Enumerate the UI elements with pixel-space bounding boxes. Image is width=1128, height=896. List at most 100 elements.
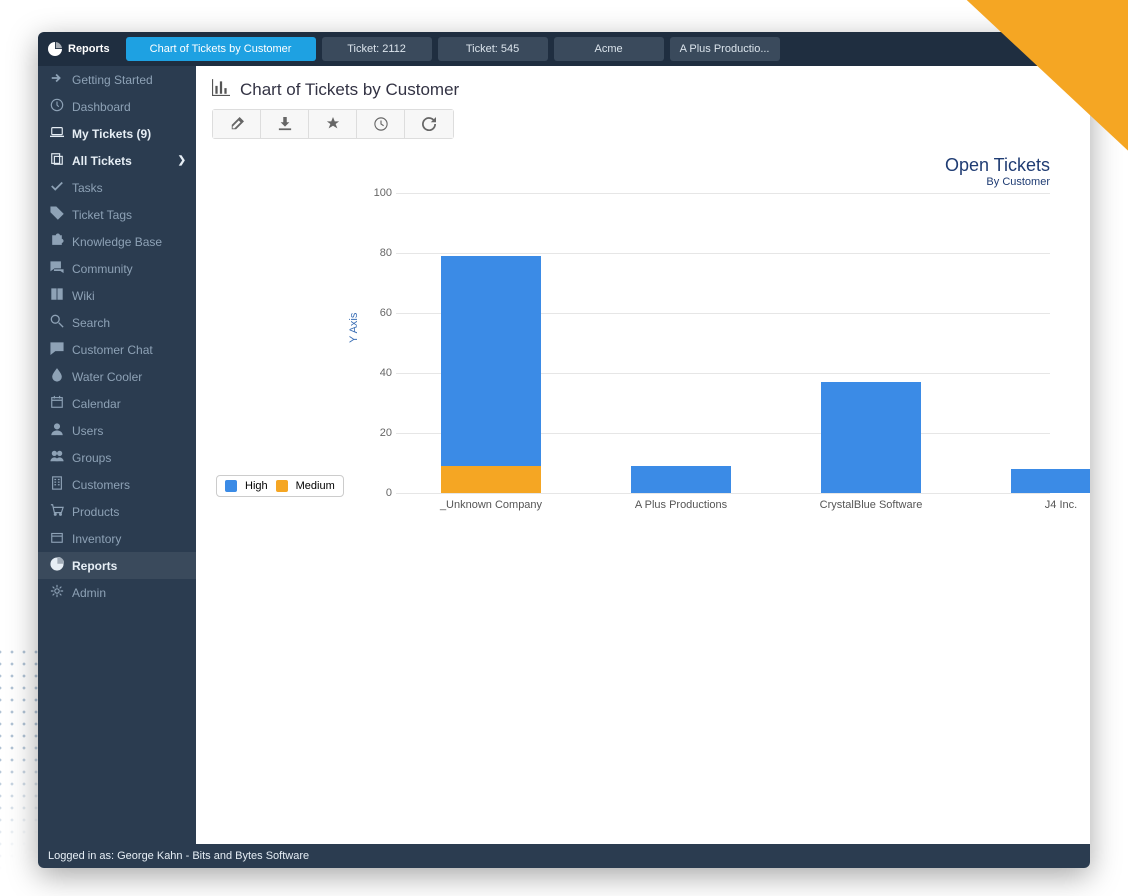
schedule-button[interactable]	[357, 110, 405, 138]
x-category-label: _Unknown Company	[401, 493, 581, 511]
sidebar-item-getting-started[interactable]: Getting Started	[38, 66, 196, 93]
chevron-right-icon: ❯	[178, 155, 186, 166]
bar-segment-high	[631, 466, 731, 493]
laptop-icon	[50, 125, 64, 142]
app-window: Reports Chart of Tickets by Customer Tic…	[38, 32, 1090, 868]
sidebar-item-knowledge-base[interactable]: Knowledge Base	[38, 228, 196, 255]
sidebar-item-label: Products	[72, 505, 186, 519]
sidebar-item-groups[interactable]: Groups	[38, 444, 196, 471]
sidebar-item-calendar[interactable]: Calendar	[38, 390, 196, 417]
sidebar-item-label: Inventory	[72, 532, 186, 546]
bar-segment-medium	[441, 466, 541, 493]
tab-ticket-2112[interactable]: Ticket: 2112	[322, 37, 432, 61]
sidebar-item-label: Getting Started	[72, 73, 186, 87]
tab-chart-customers[interactable]: Chart of Tickets by Customer	[126, 37, 316, 61]
sidebar-item-admin[interactable]: Admin	[38, 579, 196, 606]
sidebar-item-label: Reports	[72, 559, 186, 573]
cart-icon	[50, 503, 64, 520]
sidebar-item-products[interactable]: Products	[38, 498, 196, 525]
chart-area: Open Tickets By Customer Y Axis HighMedi…	[196, 145, 1090, 844]
sidebar-item-inventory[interactable]: Inventory	[38, 525, 196, 552]
report-toolbar	[212, 109, 454, 139]
book-icon	[50, 287, 64, 304]
sidebar-item-label: Customers	[72, 478, 186, 492]
page-title-text: Chart of Tickets by Customer	[240, 80, 459, 100]
tab-label: Ticket: 2112	[347, 43, 406, 55]
sidebar-item-customer-chat[interactable]: Customer Chat	[38, 336, 196, 363]
gridline	[396, 253, 1050, 254]
sidebar-item-search[interactable]: Search	[38, 309, 196, 336]
tab-label: Ticket: 545	[466, 43, 519, 55]
chart-title-sub: By Customer	[945, 176, 1050, 188]
sidebar-item-label: Admin	[72, 586, 186, 600]
x-category-label: J4 Inc.	[971, 493, 1090, 511]
sidebar-item-customers[interactable]: Customers	[38, 471, 196, 498]
sidebar-item-label: Tasks	[72, 181, 186, 195]
download-button[interactable]	[261, 110, 309, 138]
sidebar-item-water-cooler[interactable]: Water Cooler	[38, 363, 196, 390]
legend-swatch-medium	[276, 480, 288, 492]
sidebar-item-label: Knowledge Base	[72, 235, 186, 249]
page-title: Chart of Tickets by Customer	[212, 78, 1074, 101]
tab-label: Chart of Tickets by Customer	[150, 43, 292, 55]
legend-label: High	[245, 480, 268, 492]
tab-reports-main[interactable]: Reports	[44, 37, 120, 61]
arrow-right-icon	[50, 71, 64, 88]
sidebar-item-label: Ticket Tags	[72, 208, 186, 222]
search-icon	[50, 314, 64, 331]
y-tick: 60	[366, 307, 392, 319]
sidebar-item-ticket-tags[interactable]: Ticket Tags	[38, 201, 196, 228]
y-tick: 40	[366, 367, 392, 379]
y-axis-label: Y Axis	[348, 313, 360, 343]
comments-icon	[50, 260, 64, 277]
sidebar: Getting Started Dashboard My Tickets (9) Al…	[38, 66, 196, 844]
box-icon	[50, 530, 64, 547]
y-tick: 20	[366, 427, 392, 439]
chart-title-main: Open Tickets	[945, 155, 1050, 176]
sidebar-item-community[interactable]: Community	[38, 255, 196, 282]
chat-icon	[50, 341, 64, 358]
bar-segment-high	[1011, 469, 1090, 493]
refresh-button[interactable]	[405, 110, 453, 138]
tab-aplus[interactable]: A Plus Productio...	[670, 37, 780, 61]
legend-swatch-high	[225, 480, 237, 492]
main-panel: Chart of Tickets by Customer	[196, 66, 1090, 844]
sidebar-item-my-tickets-9[interactable]: My Tickets (9)	[38, 120, 196, 147]
pie-icon	[50, 557, 64, 574]
sidebar-item-dashboard[interactable]: Dashboard	[38, 93, 196, 120]
sidebar-item-label: Customer Chat	[72, 343, 186, 357]
sidebar-item-label: My Tickets (9)	[72, 127, 186, 141]
sidebar-item-label: Water Cooler	[72, 370, 186, 384]
clock-icon	[50, 98, 64, 115]
sidebar-item-label: All Tickets	[72, 154, 170, 168]
edit-button[interactable]	[213, 110, 261, 138]
puzzle-icon	[50, 233, 64, 250]
footer-text: Logged in as: George Kahn - Bits and Byt…	[48, 850, 309, 862]
sidebar-item-tasks[interactable]: Tasks	[38, 174, 196, 201]
tab-ticket-545[interactable]: Ticket: 545	[438, 37, 548, 61]
gear-icon	[50, 584, 64, 601]
sidebar-item-label: Dashboard	[72, 100, 186, 114]
sidebar-item-label: Users	[72, 424, 186, 438]
sidebar-item-all-tickets[interactable]: All Tickets ❯	[38, 147, 196, 174]
status-footer: Logged in as: George Kahn - Bits and Byt…	[38, 844, 1090, 868]
sidebar-item-reports[interactable]: Reports	[38, 552, 196, 579]
user-icon	[50, 422, 64, 439]
bar-segment-high	[441, 256, 541, 466]
y-tick: 100	[366, 187, 392, 199]
building-icon	[50, 476, 64, 493]
sidebar-item-wiki[interactable]: Wiki	[38, 282, 196, 309]
check-icon	[50, 179, 64, 196]
pie-icon	[48, 42, 62, 56]
tab-label: Acme	[595, 43, 623, 55]
tab-label: A Plus Productio...	[680, 43, 770, 55]
tab-acme[interactable]: Acme	[554, 37, 664, 61]
tab-label: Reports	[68, 43, 110, 55]
gridline	[396, 193, 1050, 194]
users-icon	[50, 449, 64, 466]
drop-icon	[50, 368, 64, 385]
bar-chart-icon	[212, 78, 230, 101]
sidebar-item-users[interactable]: Users	[38, 417, 196, 444]
favorite-button[interactable]	[309, 110, 357, 138]
y-tick: 80	[366, 247, 392, 259]
